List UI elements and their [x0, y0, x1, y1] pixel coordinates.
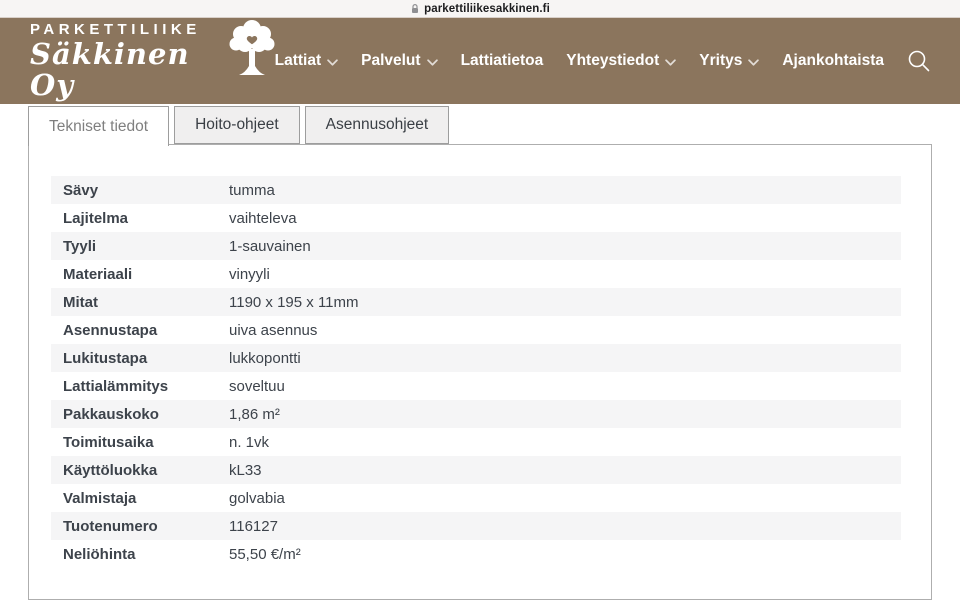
spec-label: Käyttöluokka [63, 461, 158, 479]
spec-value: n. 1vk [229, 433, 270, 451]
spec-value: vaihteleva [229, 209, 297, 227]
tab-label: Tekniset tiedot [49, 117, 149, 135]
tab-label: Hoito-ohjeet [195, 116, 279, 133]
spec-value: 1190 x 195 x 11mm [229, 293, 359, 311]
spec-value: 1,86 m² [229, 405, 280, 423]
table-row: Tyyli 1-sauvainen [51, 232, 901, 260]
spec-label: Pakkauskoko [63, 405, 159, 423]
table-row: Tuotenumero 116127 [51, 512, 901, 540]
spec-value: 116127 [229, 517, 278, 535]
nav-item-label: Ajankohtaista [782, 52, 884, 69]
spec-label: Valmistaja [63, 489, 137, 507]
spec-label: Tuotenumero [63, 517, 158, 535]
nav-item-label: Lattiatietoa [460, 52, 544, 69]
tab-asennusohjeet[interactable]: Asennusohjeet [304, 106, 450, 144]
chevron-down-icon [426, 58, 438, 66]
spec-label: Neliöhinta [63, 545, 136, 563]
spec-value: golvabia [229, 489, 285, 507]
table-row: Käyttöluokka kL33 [51, 456, 901, 484]
spec-value: soveltuu [229, 377, 285, 395]
table-row: Asennustapa uiva asennus [51, 316, 901, 344]
spec-label: Tyyli [63, 237, 97, 255]
spec-value: kL33 [229, 461, 262, 479]
browser-title-bar: parkettiliikesakkinen.fi [0, 0, 960, 18]
spec-value: vinyyli [229, 265, 270, 283]
site-logo[interactable]: PARKETTILIIKE Säkkinen Oy [30, 19, 275, 102]
tab-tekniset-tiedot[interactable]: Tekniset tiedot [28, 106, 170, 146]
site-header: PARKETTILIIKE Säkkinen Oy Lattiat Palvel… [0, 18, 960, 104]
nav-item-label: Yhteystiedot [566, 52, 660, 69]
chevron-down-icon [748, 58, 760, 66]
table-row: Neliöhinta 55,50 €/m² [51, 540, 901, 568]
tree-icon [229, 18, 275, 80]
spec-value: lukkopontti [229, 349, 301, 367]
table-row: Sävy tumma [51, 176, 901, 204]
spec-label: Sävy [63, 181, 99, 199]
spec-label: Lattialämmitys [63, 377, 169, 395]
search-icon [908, 50, 930, 71]
table-row: Pakkauskoko 1,86 m² [51, 400, 901, 428]
spec-value: 1-sauvainen [229, 237, 311, 255]
chevron-down-icon [748, 58, 760, 66]
address-url[interactable]: parkettiliikesakkinen.fi [424, 3, 550, 15]
chevron-down-icon [665, 58, 677, 66]
spec-label: Lajitelma [63, 209, 129, 227]
table-row: Lukitustapa lukkopontti [51, 344, 901, 372]
spec-value: tumma [229, 181, 275, 199]
tab-hoito-ohjeet[interactable]: Hoito-ohjeet [174, 106, 300, 144]
spec-label: Asennustapa [63, 321, 158, 339]
nav-item-yritys[interactable]: Yritys [699, 52, 760, 70]
logo-company-name: Säkkinen Oy [30, 37, 190, 102]
spec-label: Materiaali [63, 265, 133, 283]
nav-item-palvelut[interactable]: Palvelut [361, 52, 438, 70]
chevron-down-icon [327, 58, 338, 66]
nav-item-lattiatietoa[interactable]: Lattiatietoa [461, 52, 544, 70]
chevron-down-icon [665, 58, 677, 66]
spec-table: Sävy tumma Lajitelma vaihteleva Tyyli 1-sauva… [29, 145, 931, 568]
spec-label: Mitat [63, 293, 98, 311]
spec-value: uiva asennus [229, 321, 318, 339]
nav-item-lattiat[interactable]: Lattiat [275, 52, 339, 70]
spec-value: 55,50 €/m² [229, 545, 301, 563]
chevron-down-icon [327, 58, 338, 66]
table-row: Lattialämmitys soveltuu [51, 372, 901, 400]
main-nav: Lattiat Palvelut Lattiatietoa Yhteystiedot Y… [275, 52, 884, 70]
tab-label: Asennusohjeet [325, 116, 429, 133]
table-row: Valmistaja golvabia [51, 484, 901, 512]
lock-icon [410, 3, 420, 15]
nav-item-yhteystiedot[interactable]: Yhteystiedot [566, 52, 677, 70]
table-row: Mitat 1190 x 195 x 11mm [51, 288, 901, 316]
spec-label: Lukitustapa [63, 349, 148, 367]
logo-company-type: PARKETTILIIKE [30, 20, 201, 38]
search-button[interactable] [906, 48, 933, 75]
nav-item-ajankohtaista[interactable]: Ajankohtaista [782, 52, 884, 70]
nav-item-label: Yritys [699, 52, 743, 69]
spec-label: Toimitusaika [63, 433, 154, 451]
table-row: Lajitelma vaihteleva [51, 204, 901, 232]
nav-item-label: Lattiat [274, 52, 322, 69]
chevron-down-icon [426, 58, 438, 66]
table-row: Materiaali vinyyli [51, 260, 901, 288]
tabs: Tekniset tiedot Hoito-ohjeet Asennusohjeet [28, 106, 960, 146]
content-panel: Sävy tumma Lajitelma vaihteleva Tyyli 1-sauva… [28, 144, 932, 600]
table-row: Toimitusaika n. 1vk [51, 428, 901, 456]
nav-item-label: Palvelut [361, 52, 421, 69]
